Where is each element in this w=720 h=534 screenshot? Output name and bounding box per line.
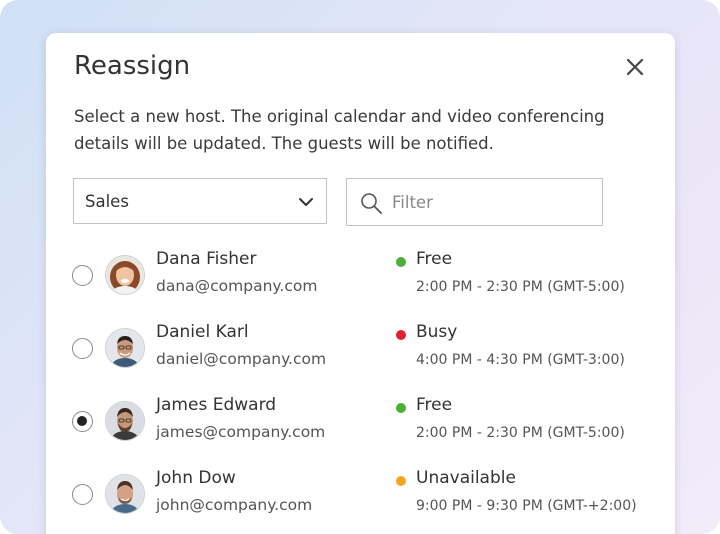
avatar bbox=[105, 255, 145, 295]
host-status: Busy bbox=[416, 322, 458, 342]
host-radio[interactable] bbox=[72, 411, 93, 432]
host-row[interactable]: John Dow john@company.com Unavailable 9:… bbox=[46, 467, 675, 527]
dialog-description: Select a new host. The original calendar… bbox=[74, 107, 605, 153]
dialog-title: Reassign bbox=[74, 51, 191, 81]
host-name: Dana Fisher bbox=[156, 249, 257, 269]
host-row[interactable]: James Edward james@company.com Free 2:00… bbox=[46, 394, 675, 454]
host-time: 9:00 PM - 9:30 PM (GMT-+2:00) bbox=[416, 498, 637, 514]
close-icon bbox=[626, 58, 644, 76]
host-name: John Dow bbox=[156, 468, 236, 488]
host-name: Daniel Karl bbox=[156, 322, 249, 342]
filter-box bbox=[346, 178, 603, 226]
team-select-value: Sales bbox=[85, 191, 129, 211]
host-time: 2:00 PM - 2:30 PM (GMT-5:00) bbox=[416, 425, 625, 441]
reassign-dialog: Reassign Select a new host. The original… bbox=[46, 33, 675, 534]
host-status: Free bbox=[416, 395, 453, 415]
status-dot bbox=[396, 330, 406, 340]
host-email: james@company.com bbox=[156, 423, 326, 441]
host-email: daniel@company.com bbox=[156, 350, 327, 368]
status-dot bbox=[396, 257, 406, 267]
chevron-down-icon bbox=[299, 198, 313, 206]
close-button[interactable] bbox=[624, 56, 646, 78]
search-icon bbox=[361, 193, 382, 214]
status-dot bbox=[396, 476, 406, 486]
host-time: 4:00 PM - 4:30 PM (GMT-3:00) bbox=[416, 352, 625, 368]
background: Reassign Select a new host. The original… bbox=[0, 0, 720, 534]
host-time: 2:00 PM - 2:30 PM (GMT-5:00) bbox=[416, 279, 625, 295]
host-status: Unavailable bbox=[416, 468, 516, 488]
team-select[interactable]: Sales bbox=[73, 178, 327, 224]
avatar bbox=[105, 401, 145, 441]
avatar bbox=[105, 328, 145, 368]
avatar bbox=[105, 474, 145, 514]
status-dot bbox=[396, 403, 406, 413]
host-radio[interactable] bbox=[72, 484, 93, 505]
host-row[interactable]: Dana Fisher dana@company.com Free 2:00 P… bbox=[46, 248, 675, 308]
host-email: john@company.com bbox=[156, 496, 313, 514]
host-status: Free bbox=[416, 249, 453, 269]
host-radio[interactable] bbox=[72, 265, 93, 286]
host-radio[interactable] bbox=[72, 338, 93, 359]
filter-input[interactable] bbox=[392, 189, 592, 215]
host-email: dana@company.com bbox=[156, 277, 318, 295]
host-name: James Edward bbox=[156, 395, 277, 415]
host-row[interactable]: Daniel Karl daniel@company.com Busy 4:00… bbox=[46, 321, 675, 381]
